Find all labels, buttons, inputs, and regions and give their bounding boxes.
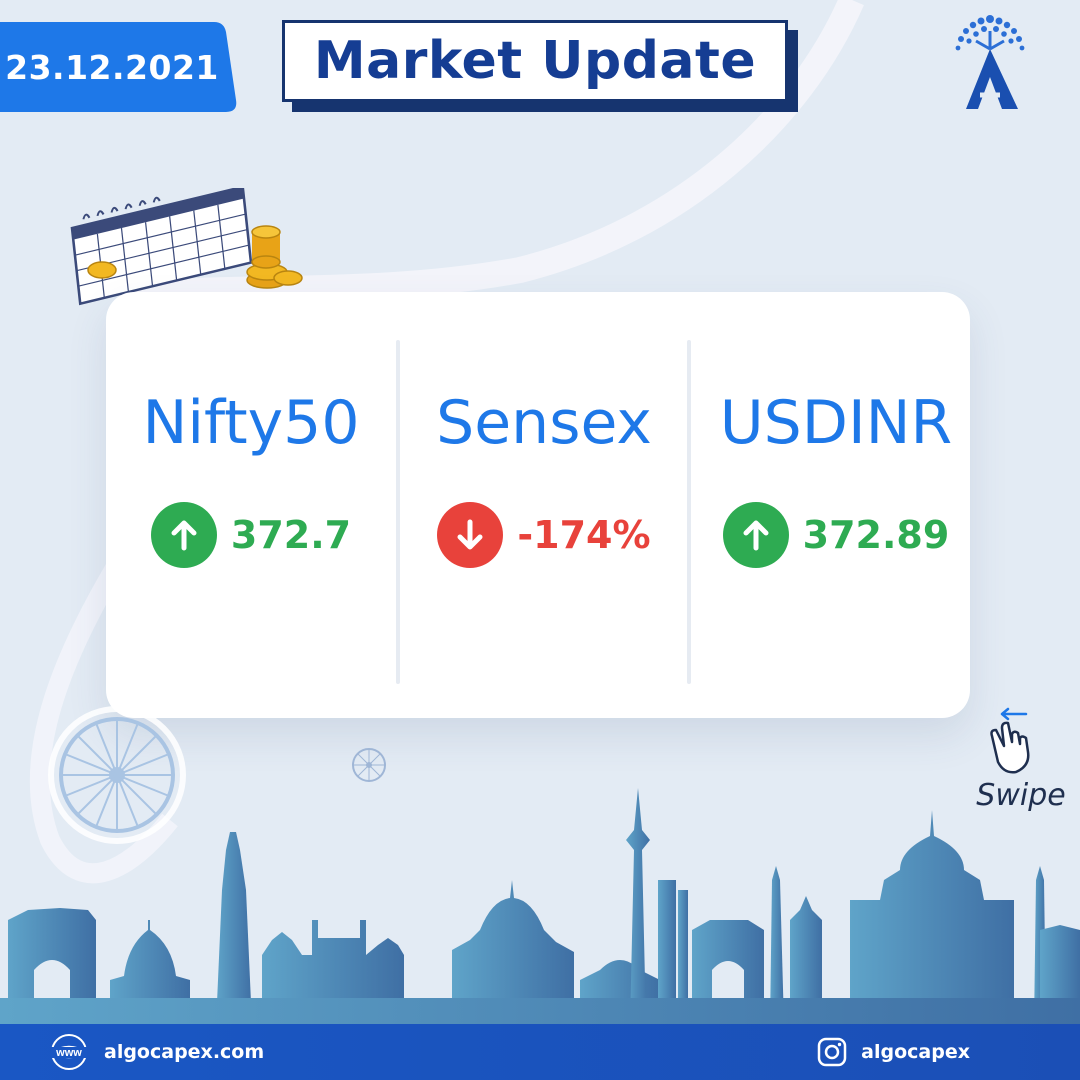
website-link[interactable]: algocapex.com (104, 1041, 264, 1063)
footer-instagram[interactable]: algocapex (817, 1024, 970, 1080)
page-title: Market Update (282, 20, 788, 102)
market-change: -174% (399, 502, 689, 568)
up-arrow-icon (150, 502, 217, 568)
market-change: 372.7 (106, 502, 396, 568)
footer: www algocapex.com algocapex (0, 1024, 1080, 1080)
market-card: Nifty50 372.7 Sensex -174% USDINR 372.89 (106, 292, 970, 718)
change-value: 372.7 (230, 513, 352, 557)
india-skyline-illustration (0, 788, 1080, 1025)
market-change: 372.89 (691, 502, 981, 568)
instagram-icon (817, 1037, 847, 1067)
date-badge: 23.12.2021 (0, 22, 238, 112)
market-name: Sensex (436, 388, 652, 458)
up-arrow-icon (722, 502, 789, 568)
market-name: Nifty50 (142, 388, 360, 458)
market-column-nifty50: Nifty50 372.7 (106, 292, 396, 718)
swipe-hand-icon (990, 707, 1030, 774)
market-name: USDINR (719, 388, 953, 458)
change-value: -174% (517, 513, 651, 557)
globe-icon: www (48, 1031, 90, 1073)
down-arrow-icon (437, 502, 504, 568)
change-value: 372.89 (802, 513, 950, 557)
calendar-illustration-icon (70, 188, 303, 306)
title-banner: Market Update (282, 20, 802, 120)
instagram-handle[interactable]: algocapex (861, 1041, 970, 1063)
globe-icon-label: www (55, 1047, 82, 1059)
algocapex-logo-icon (955, 15, 1025, 109)
market-column-usdinr: USDINR 372.89 (691, 292, 981, 718)
footer-website[interactable]: www algocapex.com (48, 1024, 264, 1080)
market-column-sensex: Sensex -174% (399, 292, 689, 718)
date-text: 23.12.2021 (5, 47, 219, 87)
ashoka-chakra-small-icon (352, 748, 386, 782)
